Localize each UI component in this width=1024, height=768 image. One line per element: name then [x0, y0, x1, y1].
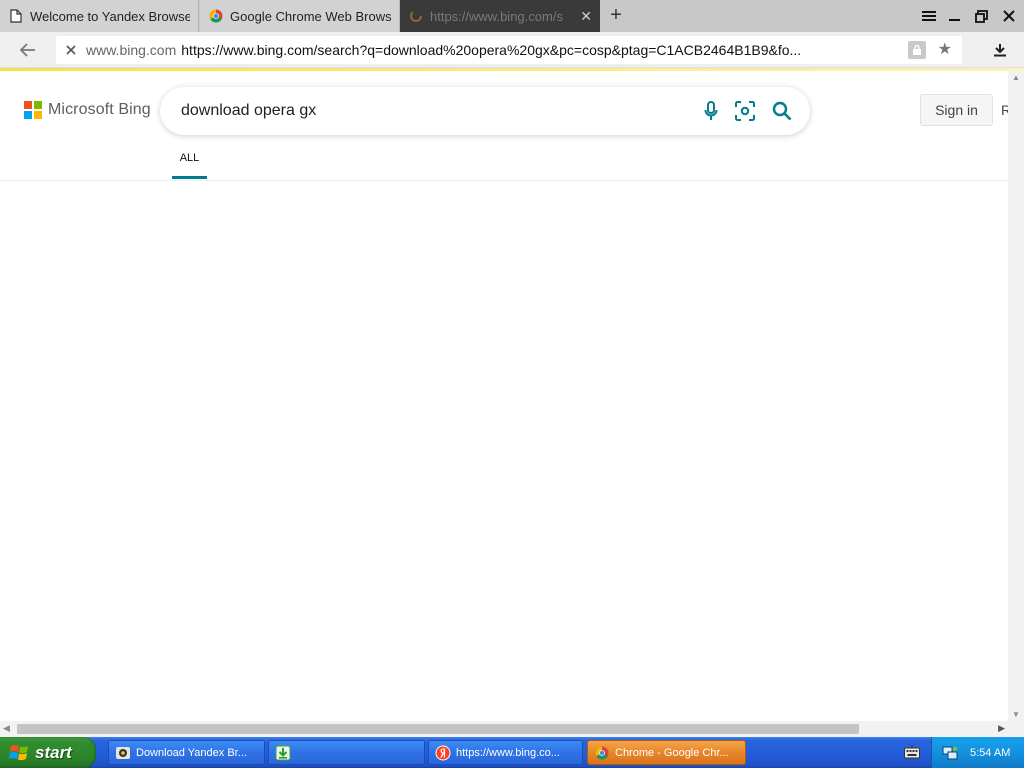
horizontal-scrollbar[interactable]: ◀ ▶: [0, 721, 1008, 737]
page-icon: [8, 8, 24, 24]
start-button[interactable]: start: [0, 737, 96, 768]
network-icon[interactable]: [942, 745, 958, 761]
tab-all-label: ALL: [179, 152, 200, 164]
address-host: www.bing.com: [86, 42, 177, 58]
microphone-icon[interactable]: [700, 100, 722, 122]
tab-bing-active[interactable]: https://www.bing.com/s ✕: [400, 0, 600, 32]
bookmark-star-icon[interactable]: ★: [938, 39, 952, 59]
tab-label: Welcome to Yandex Browse: [30, 8, 190, 24]
tab-label: https://www.bing.com/s: [430, 8, 563, 24]
visual-search-icon[interactable]: [734, 100, 756, 122]
active-tab-underline: [172, 176, 207, 179]
taskbar-item-download[interactable]: [268, 740, 425, 765]
keyboard-icon[interactable]: [904, 745, 920, 759]
new-tab-button[interactable]: +: [604, 4, 628, 28]
lock-icon[interactable]: [908, 41, 926, 59]
loading-icon: [408, 8, 424, 24]
search-box: [160, 87, 810, 135]
taskbar-item-label: https://www.bing.co...: [456, 746, 560, 759]
taskbar-item-label: Chrome - Google Chr...: [615, 746, 729, 759]
scrollbar-corner: [1008, 721, 1024, 737]
tab-label: Google Chrome Web Browse: [230, 8, 391, 24]
close-window-icon[interactable]: [997, 4, 1021, 28]
taskbar-item-chrome[interactable]: Chrome - Google Chr...: [587, 740, 746, 765]
scroll-right-arrow-icon[interactable]: ▶: [998, 723, 1005, 734]
scroll-left-arrow-icon[interactable]: ◀: [3, 723, 10, 734]
scroll-up-arrow-icon[interactable]: ▲: [1012, 73, 1020, 82]
search-input[interactable]: [181, 102, 651, 120]
bing-results-page: Microsoft Bing Sign in R ALL: [0, 71, 1008, 721]
microsoft-logo-icon: [24, 101, 42, 119]
download-arrow-icon: [275, 745, 291, 761]
start-label: start: [35, 742, 72, 762]
tab-google-chrome[interactable]: Google Chrome Web Browse: [200, 0, 400, 32]
search-icon[interactable]: [771, 100, 793, 122]
windows-taskbar: start Download Yandex Br... https://www.…: [0, 737, 1024, 768]
taskbar-item-label: Download Yandex Br...: [136, 746, 247, 759]
yandex-icon: [435, 745, 451, 761]
horizontal-scroll-thumb[interactable]: [17, 724, 859, 734]
bing-logo[interactable]: Microsoft Bing: [24, 101, 151, 119]
taskbar-item-yandex-bing[interactable]: https://www.bing.co...: [428, 740, 583, 765]
address-bar[interactable]: www.bing.com https://www.bing.com/search…: [56, 36, 962, 64]
download-icon[interactable]: [988, 38, 1012, 62]
minimize-icon[interactable]: [943, 4, 967, 28]
scroll-down-arrow-icon[interactable]: ▼: [1012, 710, 1020, 719]
menu-icon[interactable]: [917, 4, 941, 28]
browser-tab-strip: Welcome to Yandex Browse Google Chrome W…: [0, 0, 1024, 32]
clock: 5:54 AM: [970, 746, 1011, 759]
tab-all[interactable]: ALL: [172, 147, 207, 179]
address-url[interactable]: https://www.bing.com/search?q=download%2…: [181, 42, 801, 58]
tab-close-icon[interactable]: ✕: [580, 8, 592, 25]
restore-icon[interactable]: [969, 4, 993, 28]
vertical-scrollbar[interactable]: ▲ ▼: [1008, 71, 1024, 721]
taskbar-item-yandex-download[interactable]: Download Yandex Br...: [108, 740, 265, 765]
rewards-label-cutoff[interactable]: R: [1001, 102, 1008, 118]
stop-loading-icon[interactable]: [60, 45, 82, 55]
yandex-setup-icon: [115, 745, 131, 761]
logo-text: Microsoft Bing: [48, 101, 151, 118]
nav-divider: [0, 180, 1008, 181]
chrome-icon: [208, 8, 224, 24]
system-tray: 5:54 AM: [931, 737, 1024, 768]
tab-welcome-yandex[interactable]: Welcome to Yandex Browse: [0, 0, 199, 32]
browser-toolbar: www.bing.com https://www.bing.com/search…: [0, 32, 1024, 68]
windows-flag-icon: [9, 744, 28, 760]
back-arrow-icon[interactable]: [14, 38, 42, 62]
chrome-icon: [594, 745, 610, 761]
sign-in-button[interactable]: Sign in: [920, 94, 993, 126]
